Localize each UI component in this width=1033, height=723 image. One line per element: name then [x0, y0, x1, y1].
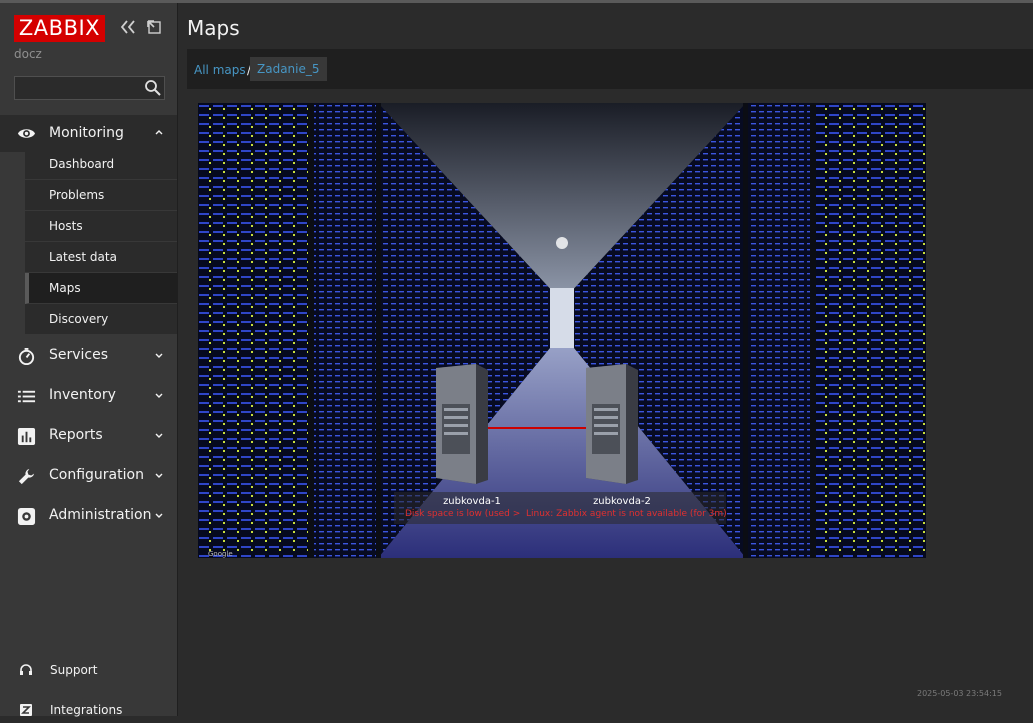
chevron-down-icon — [155, 393, 163, 398]
menu-item-support[interactable]: Support — [0, 659, 177, 683]
menu-item-services[interactable]: Services — [0, 336, 177, 376]
server-icon[interactable] — [586, 364, 638, 484]
search-box — [14, 76, 165, 100]
submenu-item-maps[interactable]: Maps — [25, 273, 177, 304]
breadcrumb-current-map[interactable]: Zadanie_5 — [250, 57, 327, 81]
map-background-datacenter: Google — [198, 103, 926, 558]
breadcrumb-all-maps[interactable]: All maps — [194, 63, 246, 77]
wrench-icon — [18, 468, 35, 485]
search-icon[interactable] — [144, 79, 162, 97]
submenu-item-problems[interactable]: Problems — [25, 180, 177, 211]
host-label[interactable]: zubkovda-2 — [578, 496, 666, 507]
stopwatch-icon — [18, 347, 35, 366]
sidebar: ZABBIX docz Monitoring Dashboard Problem… — [0, 3, 178, 717]
page-header: Maps — [178, 3, 1033, 49]
menu-item-label: Inventory — [49, 387, 116, 403]
headset-icon — [20, 664, 32, 675]
page-title: Maps — [187, 16, 240, 40]
menu-item-label: Monitoring — [49, 125, 124, 141]
eye-icon — [17, 129, 36, 138]
submenu-item-label: Problems — [49, 188, 105, 202]
collapse-sidebar-icon[interactable] — [119, 18, 137, 36]
submenu-item-latest-data[interactable]: Latest data — [25, 242, 177, 273]
submenu-item-label: Dashboard — [49, 157, 115, 171]
bar-chart-icon — [17, 427, 36, 446]
menu-item-integrations[interactable]: Integrations — [0, 699, 177, 723]
main-menu: Services Inventory Reports Configuration… — [0, 336, 177, 536]
chevron-down-icon — [155, 473, 163, 478]
menu-item-label: Administration — [49, 507, 152, 523]
list-icon — [17, 390, 36, 403]
chevron-up-icon — [155, 130, 163, 135]
zabbix-logo[interactable]: ZABBIX — [14, 15, 105, 42]
submenu-item-label: Maps — [49, 281, 81, 295]
submenu-item-dashboard[interactable]: Dashboard — [25, 149, 177, 180]
google-watermark: Google — [208, 550, 233, 558]
menu-item-administration[interactable]: Administration — [0, 496, 177, 536]
chevron-down-icon — [155, 433, 163, 438]
map-timestamp: 2025-05-03 23:54:15 — [917, 689, 1002, 698]
chevron-down-icon — [155, 513, 163, 518]
submenu-item-label: Latest data — [49, 250, 117, 264]
menu-item-inventory[interactable]: Inventory — [0, 376, 177, 416]
menu-item-label: Integrations — [50, 703, 123, 717]
gear-icon — [17, 507, 36, 526]
menu-item-configuration[interactable]: Configuration — [0, 456, 177, 496]
menu-item-label: Configuration — [49, 467, 144, 483]
submenu-item-label: Discovery — [49, 312, 109, 326]
submenu-item-label: Hosts — [49, 219, 83, 233]
chevron-down-icon — [155, 353, 163, 358]
breadcrumb: All maps / Zadanie_5 — [187, 49, 1033, 89]
host-label[interactable]: zubkovda-1 — [428, 496, 516, 507]
z-icon — [20, 704, 32, 716]
menu-item-label: Reports — [49, 427, 103, 443]
monitoring-submenu: Dashboard Problems Hosts Latest data Map… — [25, 149, 177, 334]
submenu-item-hosts[interactable]: Hosts — [25, 211, 177, 242]
kiosk-mode-icon[interactable] — [145, 18, 163, 36]
menu-item-monitoring[interactable]: Monitoring — [0, 115, 177, 152]
menu-item-label: Services — [49, 347, 109, 363]
search-input[interactable] — [15, 77, 139, 99]
menu-item-reports[interactable]: Reports — [0, 416, 177, 456]
server-icon[interactable] — [436, 364, 488, 484]
network-map: Google zubkovda-1 Disk space is low (use… — [198, 103, 926, 558]
host-problem-text[interactable]: Disk space is low (used > — [405, 509, 520, 519]
submenu-item-discovery[interactable]: Discovery — [25, 304, 177, 334]
menu-item-label: Support — [50, 663, 98, 677]
menu-monitoring: Monitoring — [0, 115, 177, 152]
server-name: docz — [14, 47, 42, 61]
host-problem-text[interactable]: Linux: Zabbix agent is not available (fo… — [526, 509, 727, 519]
